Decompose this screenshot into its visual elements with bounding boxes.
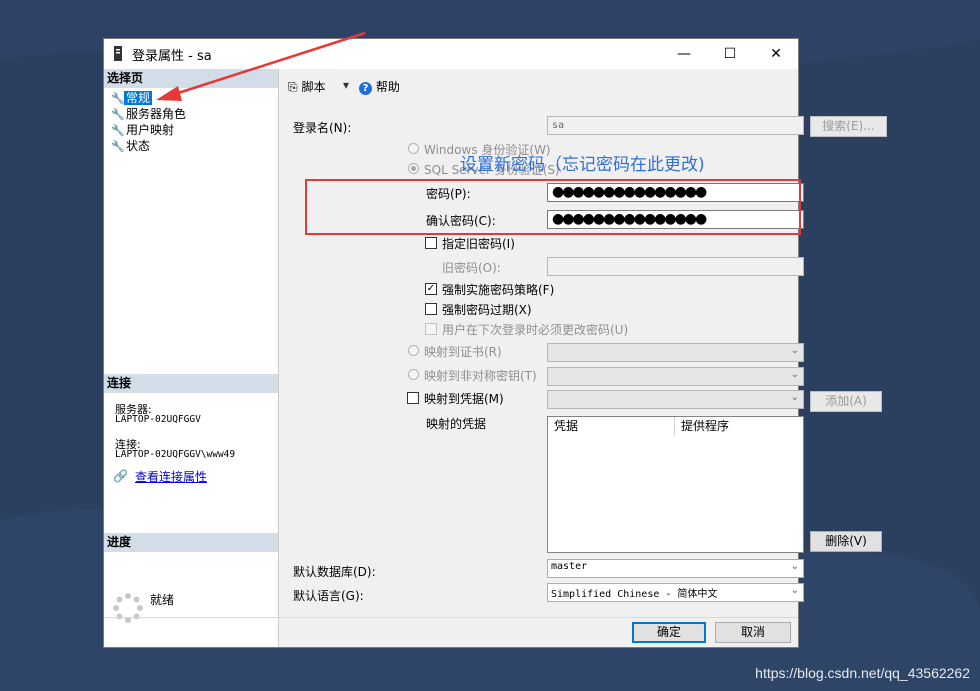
default-language-value: Simplified Chinese - 简体中文 [551, 589, 718, 600]
page-item-label: 常规 [124, 91, 153, 105]
wrench-icon: 🔧 [111, 92, 125, 105]
login-name-input[interactable]: sa [547, 116, 804, 135]
page-item-status[interactable]: 🔧状态 [111, 138, 152, 154]
map-asymmetric-key-radio[interactable] [408, 369, 419, 380]
default-language-label: 默认语言(G): [293, 589, 364, 603]
sql-auth-radio[interactable] [408, 163, 419, 174]
enforce-policy-label: 强制实施密码策略(F) [442, 283, 555, 297]
enforce-expiration-label: 强制密码过期(X) [442, 303, 532, 317]
cancel-button[interactable]: 取消 [715, 622, 791, 643]
enforce-policy-checkbox[interactable]: ✓ [425, 283, 437, 295]
server-icon [114, 46, 122, 61]
mapped-credentials-grid[interactable]: 凭据 提供程序 [547, 416, 804, 553]
search-button[interactable]: 搜索(E)... [810, 116, 887, 137]
credential-select[interactable]: ⌄ [547, 390, 804, 409]
help-button[interactable]: ? 帮助 [359, 78, 400, 95]
connection-properties-icon: 🔗 [113, 469, 128, 483]
windows-auth-radio[interactable] [408, 143, 419, 154]
certificate-select[interactable]: ⌄ [547, 343, 804, 362]
confirm-password-label: 确认密码(C): [426, 214, 496, 228]
specify-old-password-checkbox[interactable] [425, 237, 437, 249]
mapped-credentials-label: 映射的凭据 [426, 417, 487, 431]
default-language-select[interactable]: Simplified Chinese - 简体中文 ⌄ [547, 583, 804, 602]
map-credential-label: 映射到凭据(M) [424, 392, 504, 406]
login-name-label: 登录名(N): [293, 121, 352, 135]
asymmetric-key-select[interactable]: ⌄ [547, 367, 804, 386]
title-bar: 登录属性 - sa — ☐ ✕ [104, 39, 798, 69]
specify-old-password-label: 指定旧密码(I) [442, 237, 515, 251]
page-item-server-roles[interactable]: 🔧服务器角色 [111, 106, 188, 122]
grid-header-credential[interactable]: 凭据 [548, 417, 675, 435]
script-dropdown-arrow[interactable]: ▾ [343, 78, 349, 92]
minimize-button[interactable]: — [661, 39, 707, 69]
progress-header: 进度 [104, 533, 278, 552]
chevron-down-icon: ⌄ [790, 585, 799, 596]
watermark: https://blog.csdn.net/qq_43562262 [755, 665, 970, 681]
confirm-password-input[interactable]: ●●●●●●●●●●●●●●● [547, 210, 804, 229]
page-item-label: 状态 [126, 139, 151, 153]
add-button[interactable]: 添加(A) [810, 391, 882, 412]
map-asymmetric-key-label: 映射到非对称密钥(T) [424, 369, 537, 383]
map-certificate-radio[interactable] [408, 345, 419, 356]
page-item-label: 服务器角色 [126, 107, 187, 121]
chevron-down-icon: ⌄ [790, 345, 799, 356]
help-label: 帮助 [375, 80, 400, 94]
default-database-select[interactable]: master ⌄ [547, 559, 804, 578]
remove-button[interactable]: 删除(V) [810, 531, 882, 552]
map-certificate-label: 映射到证书(R) [424, 345, 502, 359]
view-connection-properties-link[interactable]: 查看连接属性 [135, 468, 207, 485]
chevron-down-icon: ⌄ [790, 369, 799, 380]
chevron-down-icon: ⌄ [790, 561, 799, 572]
must-change-checkbox[interactable] [425, 323, 437, 335]
wrench-icon: 🔧 [111, 108, 125, 121]
must-change-label: 用户在下次登录时必须更改密码(U) [442, 323, 629, 337]
chevron-down-icon: ⌄ [790, 392, 799, 403]
progress-status: 就绪 [150, 593, 175, 607]
script-label: 脚本 [301, 80, 326, 94]
password-label: 密码(P): [426, 187, 471, 201]
connection-value: LAPTOP-02UQFGGV\www49 [115, 449, 236, 460]
help-icon: ? [359, 82, 372, 95]
script-icon: ⎘ [288, 80, 298, 94]
ok-button[interactable]: 确定 [632, 622, 706, 643]
enforce-expiration-checkbox[interactable] [425, 303, 437, 315]
select-page-header: 选择页 [104, 69, 278, 88]
close-button[interactable]: ✕ [753, 39, 799, 69]
grid-header-provider[interactable]: 提供程序 [675, 417, 803, 435]
dialog-footer: 确定 取消 [104, 617, 798, 648]
page-item-user-mapping[interactable]: 🔧用户映射 [111, 122, 176, 138]
server-value: LAPTOP-02UQFGGV [115, 414, 201, 425]
old-password-input[interactable] [547, 257, 804, 276]
maximize-button[interactable]: ☐ [707, 39, 753, 69]
default-database-value: master [551, 561, 588, 572]
script-button[interactable]: ⎘ 脚本 [288, 78, 325, 95]
login-properties-dialog: 登录属性 - sa — ☐ ✕ 选择页 🔧常规 🔧服务器角色 🔧用户映射 🔧状态… [103, 38, 887, 648]
window-title: 登录属性 - sa [132, 49, 212, 64]
wrench-icon: 🔧 [111, 140, 125, 153]
map-credential-checkbox[interactable] [407, 392, 419, 404]
password-input[interactable]: ●●●●●●●●●●●●●●● [547, 183, 804, 202]
old-password-label: 旧密码(O): [442, 261, 501, 275]
default-database-label: 默认数据库(D): [293, 565, 376, 579]
connection-header: 连接 [104, 374, 278, 393]
page-item-label: 用户映射 [126, 123, 175, 137]
page-item-general[interactable]: 🔧常规 [111, 90, 153, 106]
wrench-icon: 🔧 [111, 124, 125, 137]
annotation-text: 设置新密码（忘记密码在此更改) [460, 155, 705, 175]
left-pane: 选择页 🔧常规 🔧服务器角色 🔧用户映射 🔧状态 连接 服务器: LAPTOP-… [104, 69, 279, 647]
